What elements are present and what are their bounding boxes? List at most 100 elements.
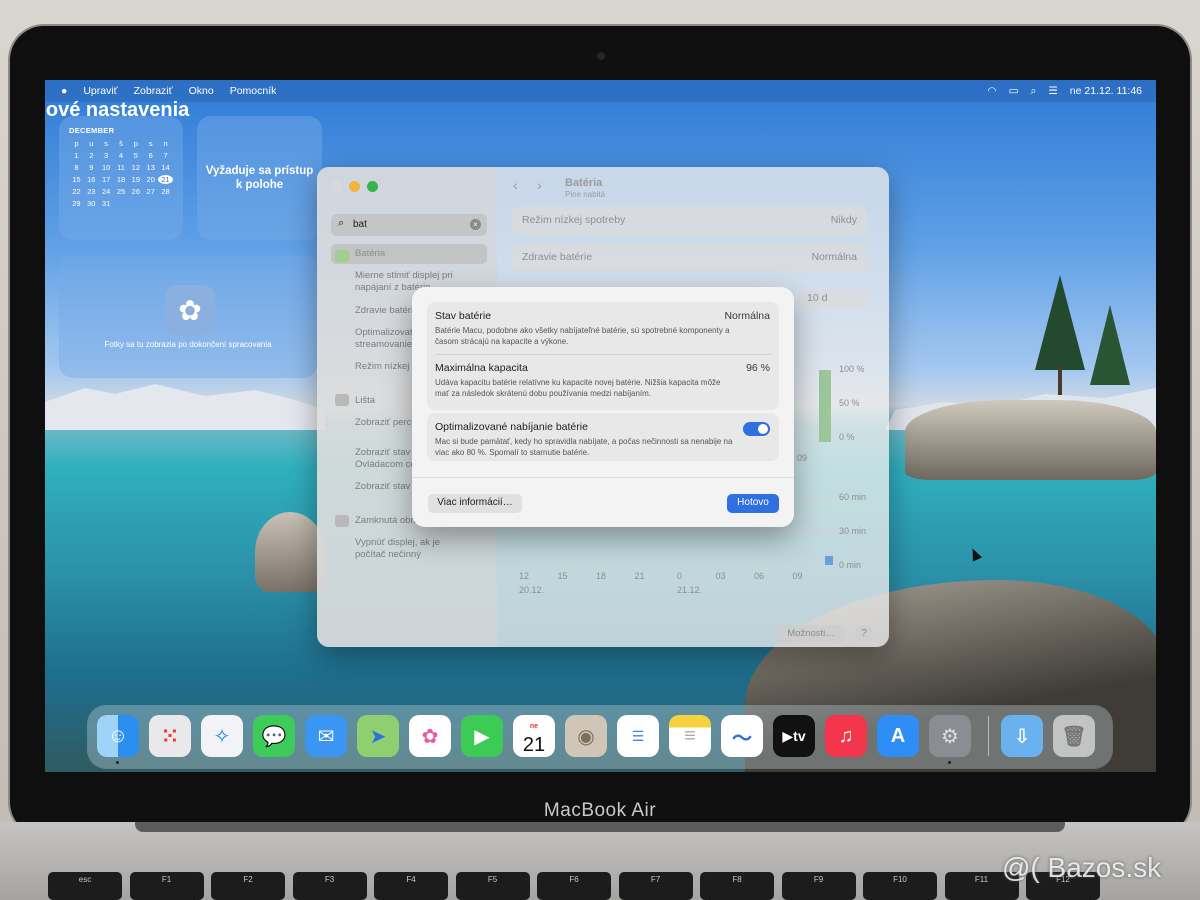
search-field[interactable]: ⌕ bat × bbox=[331, 214, 487, 236]
minimize-button[interactable] bbox=[349, 181, 360, 192]
close-button[interactable] bbox=[331, 181, 342, 192]
dock: ☺ ⁙ ✧ 💬 ✉ ➤ ✿ ▶ ne 21 ◉ ☰ ≡ 〜 ▶ tv ♫ A ⚙ … bbox=[88, 706, 1112, 768]
calendar-day: 8 bbox=[74, 163, 79, 172]
forward-icon[interactable]: › bbox=[537, 177, 542, 193]
menu-view[interactable]: Zobraziť bbox=[134, 85, 173, 97]
y-axis-label: 0 % bbox=[839, 432, 855, 442]
control-center-icon[interactable]: ☰ bbox=[1048, 85, 1057, 97]
key-f8[interactable]: F8 bbox=[700, 872, 774, 900]
messages-icon[interactable]: 💬 bbox=[253, 715, 295, 757]
calendar-day: 17 bbox=[101, 175, 111, 184]
state-label: Stav batérie bbox=[435, 310, 492, 322]
battery-icon[interactable]: ▭ bbox=[1009, 85, 1019, 97]
app-store-icon[interactable]: A bbox=[877, 715, 919, 757]
calendar-icon[interactable]: ne 21 bbox=[513, 715, 555, 757]
more-info-button[interactable]: Viac informácií… bbox=[428, 494, 522, 513]
reminders-icon[interactable]: ☰ bbox=[617, 715, 659, 757]
calendar-widget[interactable]: DECEMBER p u s š p s n 1 2 3 4 5 6 7 8 9 10 11 12 13 14 15 16 1… bbox=[59, 116, 183, 240]
launchpad-icon[interactable]: ⁙ bbox=[149, 715, 191, 757]
calendar-day: 6 bbox=[148, 151, 153, 160]
optimized-label: Optimalizované nabíjanie batérie bbox=[435, 421, 588, 433]
optimized-charging-toggle[interactable] bbox=[743, 422, 770, 436]
key-f7[interactable]: F7 bbox=[618, 872, 693, 900]
battery-icon bbox=[335, 250, 349, 262]
facetime-icon[interactable]: ▶ bbox=[461, 715, 503, 757]
clear-search-icon[interactable]: × bbox=[470, 219, 481, 230]
contacts-icon[interactable]: ◉ bbox=[565, 715, 607, 757]
search-icon: ⌕ bbox=[338, 217, 345, 229]
freeform-icon[interactable]: 〜 bbox=[721, 715, 763, 757]
y-axis-label: 60 min bbox=[839, 492, 866, 502]
key-f3[interactable]: F3 bbox=[292, 872, 367, 900]
running-indicator bbox=[948, 761, 951, 764]
weather-widget[interactable]: Vyžaduje sa prístup k polohe bbox=[197, 116, 322, 240]
range-tab[interactable]: 10 d bbox=[797, 289, 867, 309]
menu-help[interactable]: Pomocník bbox=[230, 85, 277, 97]
tv-icon[interactable]: ▶ tv bbox=[773, 715, 815, 757]
photos-icon[interactable]: ✿ bbox=[409, 715, 451, 757]
key-f10[interactable]: F10 bbox=[863, 872, 937, 900]
calendar-day: 10 bbox=[101, 163, 111, 172]
system-settings-icon[interactable]: ⚙ bbox=[929, 715, 971, 757]
maps-icon[interactable]: ➤ bbox=[357, 715, 399, 757]
optimized-description: Mac si bude pamätať, kedy ho spravidla n… bbox=[435, 437, 733, 457]
photos-widget[interactable]: ✿ Fotky sa tu zobrazia po dokončení spra… bbox=[59, 256, 317, 378]
wifi-icon[interactable]: ◠ bbox=[987, 85, 996, 97]
x-axis-label: 03 bbox=[716, 571, 726, 581]
date-label: 21.12. bbox=[677, 585, 702, 595]
health-row[interactable]: Zdravie batérie Normálna bbox=[512, 244, 867, 272]
safari-icon[interactable]: ✧ bbox=[201, 715, 243, 757]
trash-icon[interactable]: 🗑 bbox=[1053, 715, 1095, 757]
x-axis-label: 09 bbox=[797, 453, 807, 463]
done-button[interactable]: Hotovo bbox=[727, 494, 779, 513]
photos-message: Fotky sa tu zobrazia po dokončení spraco… bbox=[104, 340, 272, 349]
help-button[interactable]: ? bbox=[855, 625, 873, 643]
options-button[interactable]: Možnosti… bbox=[777, 625, 845, 643]
x-axis-label: 0 bbox=[677, 571, 682, 581]
sidebar-subitem[interactable]: Vypnúť displej, ak je počítač nečinný bbox=[355, 537, 467, 561]
weekday-label: s bbox=[104, 139, 108, 148]
calendar-day: 18 bbox=[116, 175, 126, 184]
x-axis-label: 12 bbox=[519, 571, 529, 581]
y-axis-label: 0 min bbox=[839, 560, 861, 570]
mail-icon[interactable]: ✉ bbox=[305, 715, 347, 757]
sidebar-item-label: Batéria bbox=[355, 248, 386, 259]
health-value: Normálna bbox=[811, 251, 857, 263]
capacity-description: Udáva kapacitu batérie relatívne ku kapa… bbox=[435, 378, 721, 398]
key-f1[interactable]: F1 bbox=[129, 872, 204, 900]
notes-icon[interactable]: ≡ bbox=[669, 715, 711, 757]
calendar-day: 29 bbox=[72, 199, 81, 208]
calendar-day: 4 bbox=[118, 151, 124, 160]
calendar-day: 19 bbox=[131, 175, 141, 184]
music-icon[interactable]: ♫ bbox=[825, 715, 867, 757]
menu-window[interactable]: Okno bbox=[189, 85, 214, 97]
low-power-row[interactable]: Režim nízkej spotreby Nikdy bbox=[512, 207, 867, 235]
back-icon[interactable]: ‹ bbox=[513, 177, 518, 193]
key-esc[interactable]: esc bbox=[48, 872, 122, 900]
divider bbox=[412, 477, 794, 478]
x-axis-label: 09 bbox=[793, 571, 803, 581]
zoom-button[interactable] bbox=[367, 181, 378, 192]
key-f2[interactable]: F2 bbox=[211, 872, 285, 900]
sidebar-item-battery[interactable]: Batéria bbox=[331, 244, 487, 264]
calendar-day: 3 bbox=[104, 151, 109, 160]
x-axis-label: 21 bbox=[635, 571, 645, 581]
key-f5[interactable]: F5 bbox=[455, 872, 530, 900]
spotlight-icon[interactable]: ⌕ bbox=[1030, 85, 1036, 98]
calendar-day: 1 bbox=[74, 151, 79, 160]
battery-level-bar bbox=[819, 370, 831, 442]
key-f6[interactable]: F6 bbox=[537, 872, 611, 900]
calendar-day: 28 bbox=[161, 187, 170, 196]
camera bbox=[597, 52, 605, 60]
key-f4[interactable]: F4 bbox=[374, 872, 448, 900]
calendar-day: 25 bbox=[116, 187, 126, 196]
downloads-folder-icon[interactable]: ⇩ bbox=[1001, 715, 1043, 757]
y-axis-label: 100 % bbox=[839, 364, 865, 374]
rocks bbox=[905, 400, 1156, 480]
key-f9[interactable]: F9 bbox=[781, 872, 856, 900]
finder-icon[interactable]: ☺ bbox=[97, 715, 139, 757]
menu-clock[interactable]: ne 21.12. 11:46 bbox=[1070, 85, 1142, 97]
low-power-select[interactable]: Nikdy bbox=[831, 214, 857, 226]
trees bbox=[1035, 275, 1130, 395]
divider bbox=[435, 354, 771, 355]
